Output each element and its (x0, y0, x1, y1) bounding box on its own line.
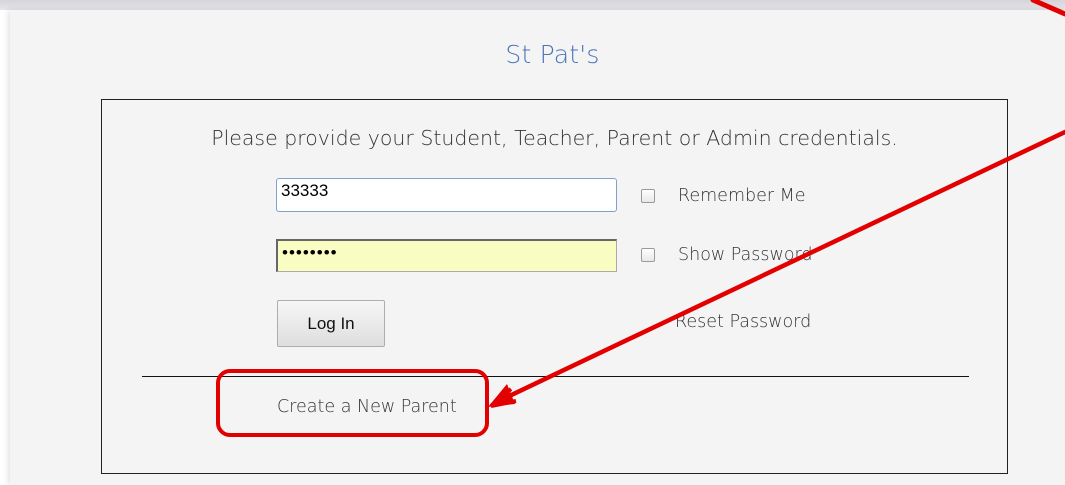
username-input[interactable]: 33333 (276, 178, 617, 212)
show-password-row[interactable]: Show Password (641, 245, 813, 265)
annotation-highlight-box (216, 369, 489, 437)
top-shadow-bar (0, 0, 1065, 10)
password-input[interactable]: •••••••• (276, 239, 617, 272)
reset-password-link[interactable]: Reset Password (675, 312, 811, 332)
site-title: St Pat's (505, 40, 600, 69)
remember-me-label[interactable]: Remember Me (678, 186, 806, 206)
remember-me-row[interactable]: Remember Me (641, 186, 806, 206)
show-password-checkbox[interactable] (641, 248, 655, 262)
show-password-label[interactable]: Show Password (678, 245, 813, 265)
credentials-prompt: Please provide your Student, Teacher, Pa… (211, 126, 898, 150)
login-panel: St Pat's Please provide your Student, Te… (10, 10, 1065, 485)
login-button[interactable]: Log In (277, 300, 385, 347)
remember-me-checkbox[interactable] (641, 189, 655, 203)
